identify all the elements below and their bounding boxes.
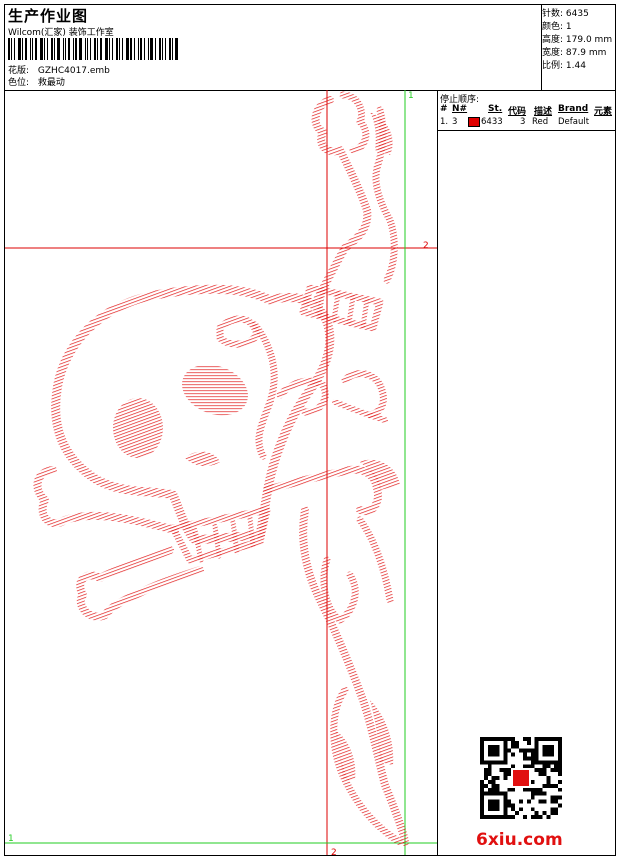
stat-scale: 比例: 1.44 xyxy=(542,61,586,71)
stat-stitches: 针数: 6435 xyxy=(542,9,589,19)
table-row: 1. 3 6433 3 Red Default xyxy=(438,117,615,129)
barcode xyxy=(8,38,181,60)
colorway-label: 色位: xyxy=(8,78,30,88)
skull-crossbones-outline xyxy=(33,91,409,846)
row-swatch xyxy=(468,117,480,128)
row-index: 1. xyxy=(440,117,449,127)
eye-socket-right xyxy=(182,364,248,416)
col-index: # xyxy=(440,104,448,114)
page-title: 生产作业图 xyxy=(8,7,89,25)
col-element: 元素 xyxy=(594,107,613,117)
stop-sequence-header: # N# St. 代码 描述 Brand 元素 xyxy=(438,104,615,117)
header-info: 生产作业图 Wilcom(汇家) 装饰工作室 花版: GZHC4017.emb … xyxy=(5,5,542,90)
embroidery-canvas: 2 2 1 1 xyxy=(5,90,438,855)
stat-height: 高度: 179.0 mm xyxy=(542,35,613,45)
green-v-guide-label: 1 xyxy=(408,91,414,101)
col-needle: N# xyxy=(452,104,468,114)
col-description: 描述 xyxy=(534,107,553,117)
header: 生产作业图 Wilcom(汇家) 装饰工作室 花版: GZHC4017.emb … xyxy=(5,5,615,91)
eye-socket-left xyxy=(113,398,163,458)
stat-colors: 颜色: 1 xyxy=(542,22,572,32)
panel-divider xyxy=(438,130,615,131)
nose-cavity xyxy=(185,451,220,467)
worksheet: 生产作业图 Wilcom(汇家) 装饰工作室 花版: GZHC4017.emb … xyxy=(4,4,616,856)
col-stitches: St. xyxy=(488,104,503,114)
colorway-line: 色位: 救最动 xyxy=(8,75,65,88)
red-h-guide-label: 2 xyxy=(423,241,429,251)
embroidery-design: 2 2 1 1 xyxy=(5,90,437,855)
watermark: 6xiu.com xyxy=(476,830,563,850)
row-stitches: 6433 xyxy=(481,117,503,127)
row-description: Red xyxy=(532,117,549,127)
stat-width: 宽度: 87.9 mm xyxy=(542,48,607,58)
row-code: 3 xyxy=(520,117,526,127)
col-code: 代码 xyxy=(508,107,527,117)
company-name: Wilcom(汇家) 装饰工作室 xyxy=(8,28,114,38)
row-needle: 3 xyxy=(452,117,458,127)
colorway-value: 救最动 xyxy=(37,78,65,88)
row-brand: Default xyxy=(558,117,590,127)
col-brand: Brand xyxy=(558,104,589,114)
qr-code xyxy=(480,737,562,819)
red-v-guide-label: 2 xyxy=(331,848,337,855)
stats-box: 针数: 6435 颜色: 1 高度: 179.0 mm 宽度: 87.9 mm … xyxy=(542,5,615,90)
green-h-guide-label: 1 xyxy=(8,834,14,844)
